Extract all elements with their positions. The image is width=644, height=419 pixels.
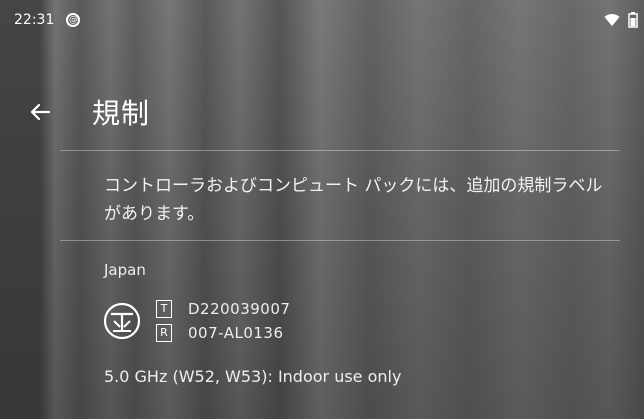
header-divider	[60, 150, 620, 151]
status-icons	[604, 12, 638, 28]
at-circle-icon: @	[66, 13, 81, 27]
section-divider	[60, 240, 620, 241]
band-note: 5.0 GHz (W52, W53): Indoor use only	[104, 367, 402, 386]
certification-row: T D220039007	[156, 300, 290, 318]
cert-type-badge: R	[156, 324, 172, 342]
arrow-left-icon	[30, 103, 51, 121]
wifi-icon	[604, 13, 620, 27]
regulatory-screen: 22:31 @ 規制 コントローラおよびコンピュート パックには、追加の規制ラベ…	[0, 0, 644, 419]
battery-icon	[628, 12, 638, 28]
app-bar: 規制	[0, 84, 644, 140]
cert-type-badge: T	[156, 300, 172, 318]
cert-number: 007-AL0136	[188, 324, 284, 342]
back-button[interactable]	[26, 98, 54, 126]
page-title: 規制	[92, 97, 151, 130]
certification-row: R 007-AL0136	[156, 324, 290, 342]
region-label: Japan	[104, 261, 146, 279]
certification-block: T D220039007 R 007-AL0136	[102, 300, 290, 342]
regulatory-description: コントローラおよびコンピュート パックには、追加の規制ラベルがあります。	[104, 176, 603, 224]
giteki-mark-icon	[103, 302, 141, 340]
status-time: 22:31	[14, 12, 55, 28]
cert-number: D220039007	[188, 300, 291, 318]
status-bar: 22:31 @	[0, 0, 644, 40]
certification-list: T D220039007 R 007-AL0136	[156, 300, 290, 342]
